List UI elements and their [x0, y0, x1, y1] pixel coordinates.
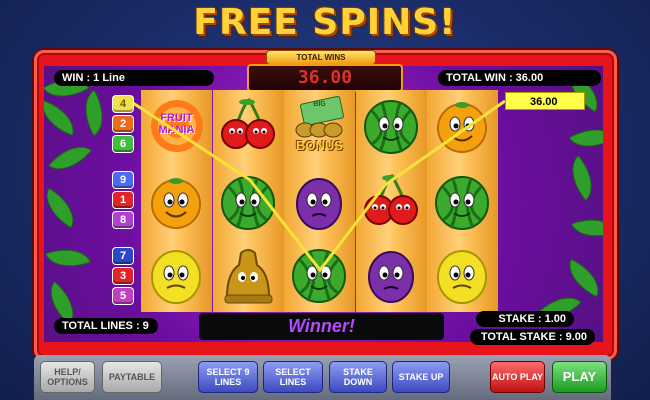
- stake-display: STAKE : 1.00: [476, 311, 574, 327]
- reel-3: BIG BONUS: [284, 90, 355, 312]
- plum-symbol: [362, 245, 421, 305]
- watermelon-symbol: [433, 172, 492, 232]
- payline-badge[interactable]: 8: [113, 212, 133, 228]
- cherries-symbol: [362, 172, 421, 232]
- fruit-mania-logo: FRUIT MANIA: [147, 96, 206, 156]
- orange-symbol: [147, 172, 206, 232]
- watermelon-symbol: [219, 172, 278, 232]
- total-wins-label: TOTAL WINS: [266, 50, 376, 65]
- total-lines-display: TOTAL LINES : 9: [54, 318, 158, 334]
- payline-badge[interactable]: 9: [113, 172, 133, 188]
- leaf-decoration: [73, 89, 115, 137]
- stake-up-button[interactable]: STAKE UP: [392, 361, 450, 393]
- gold-bell-symbol: [219, 245, 278, 305]
- payline-badge[interactable]: 4: [113, 96, 133, 112]
- payline-badge[interactable]: 5: [113, 288, 133, 304]
- payline-badge[interactable]: 7: [113, 248, 133, 264]
- leaf-decoration: [559, 154, 603, 202]
- help-options-button[interactable]: HELP/ OPTIONS: [40, 361, 95, 393]
- paytable-button[interactable]: PAYTABLE: [102, 361, 162, 393]
- select-9-lines-button[interactable]: SELECT 9 LINES: [198, 361, 258, 393]
- leaf-decoration: [568, 117, 603, 159]
- play-button[interactable]: PLAY: [552, 361, 607, 393]
- payline-badge[interactable]: 2: [113, 116, 133, 132]
- lemon-symbol: [433, 245, 492, 305]
- total-win-display: TOTAL WIN : 36.00: [438, 70, 601, 86]
- plum-symbol: [290, 172, 349, 232]
- total-stake-display: TOTAL STAKE : 9.00: [470, 329, 595, 345]
- select-lines-button[interactable]: SELECT LINES: [263, 361, 323, 393]
- line-win-amount: 36.00: [505, 92, 585, 110]
- bonus-symbol: BIG BONUS: [290, 95, 349, 156]
- leaf-decoration: [571, 209, 603, 247]
- cherries-symbol: [219, 96, 278, 156]
- reel-1: FRUIT MANIA: [141, 90, 212, 312]
- leaf-decoration: [44, 187, 84, 229]
- free-spins-title: FREE SPINS!: [193, 2, 457, 43]
- watermelon-symbol: [362, 96, 421, 156]
- total-wins-counter: 36.00: [247, 64, 403, 92]
- reels-area: FRUIT MANIA BIG BONUS: [141, 90, 498, 312]
- winner-message: Winner!: [199, 313, 444, 340]
- stake-down-button[interactable]: STAKE DOWN: [329, 361, 387, 393]
- leaf-decoration: [45, 239, 91, 277]
- big-text: BIG: [313, 101, 326, 108]
- leaf-decoration: [44, 99, 81, 137]
- reel-5: [427, 90, 498, 312]
- bonus-text: BONUS: [296, 138, 343, 153]
- payline-badge[interactable]: 3: [113, 268, 133, 284]
- leaf-decoration: [47, 134, 93, 182]
- watermelon-symbol: [290, 245, 349, 305]
- reel-2: [213, 90, 284, 312]
- win-lines-display: WIN : 1 Line: [54, 70, 214, 86]
- payline-badge[interactable]: 1: [113, 192, 133, 208]
- lemon-symbol: [147, 245, 206, 305]
- autoplay-button[interactable]: AUTO PLAY: [490, 361, 545, 393]
- orange-symbol: [433, 96, 492, 156]
- leaf-decoration: [560, 258, 603, 298]
- fruit-mania-text: FRUIT MANIA: [158, 112, 195, 136]
- reel-4: [356, 90, 427, 312]
- payline-badge[interactable]: 6: [113, 136, 133, 152]
